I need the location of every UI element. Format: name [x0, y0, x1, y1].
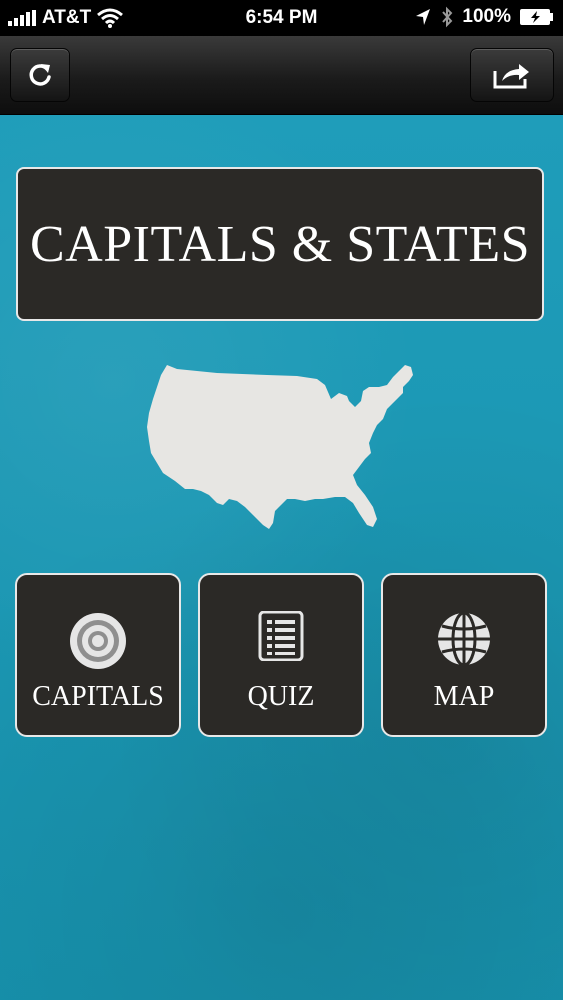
refresh-button[interactable]: [10, 48, 70, 102]
quiz-button[interactable]: QUIZ: [198, 573, 364, 737]
battery-charging-icon: [520, 9, 553, 25]
app-title-banner: CAPITALS & STATES: [16, 167, 544, 321]
app-title: CAPITALS & STATES: [29, 215, 530, 273]
clock-time: 6:54 PM: [245, 7, 318, 28]
navigation-bar: [0, 36, 563, 115]
map-button[interactable]: MAP: [381, 573, 547, 737]
share-button[interactable]: [470, 48, 554, 102]
refresh-icon: [29, 64, 51, 86]
usa-map-illustration: [147, 365, 413, 529]
target-icon: [70, 613, 126, 669]
globe-icon: [438, 611, 490, 667]
share-icon: [493, 64, 529, 89]
location-arrow-icon: [416, 9, 431, 25]
map-label: MAP: [433, 681, 495, 712]
status-bar: AT&T 6:54 PM 100%: [0, 0, 563, 36]
capitals-label: CAPITALS: [32, 681, 164, 712]
home-screen: CAPITALS & STATES CAPITALS QUIZ MAP: [0, 115, 563, 1000]
list-icon: [258, 611, 304, 661]
bluetooth-icon: [442, 6, 453, 28]
capitals-button[interactable]: CAPITALS: [15, 573, 181, 737]
quiz-label: QUIZ: [247, 681, 315, 712]
battery-percentage: 100%: [462, 6, 511, 27]
